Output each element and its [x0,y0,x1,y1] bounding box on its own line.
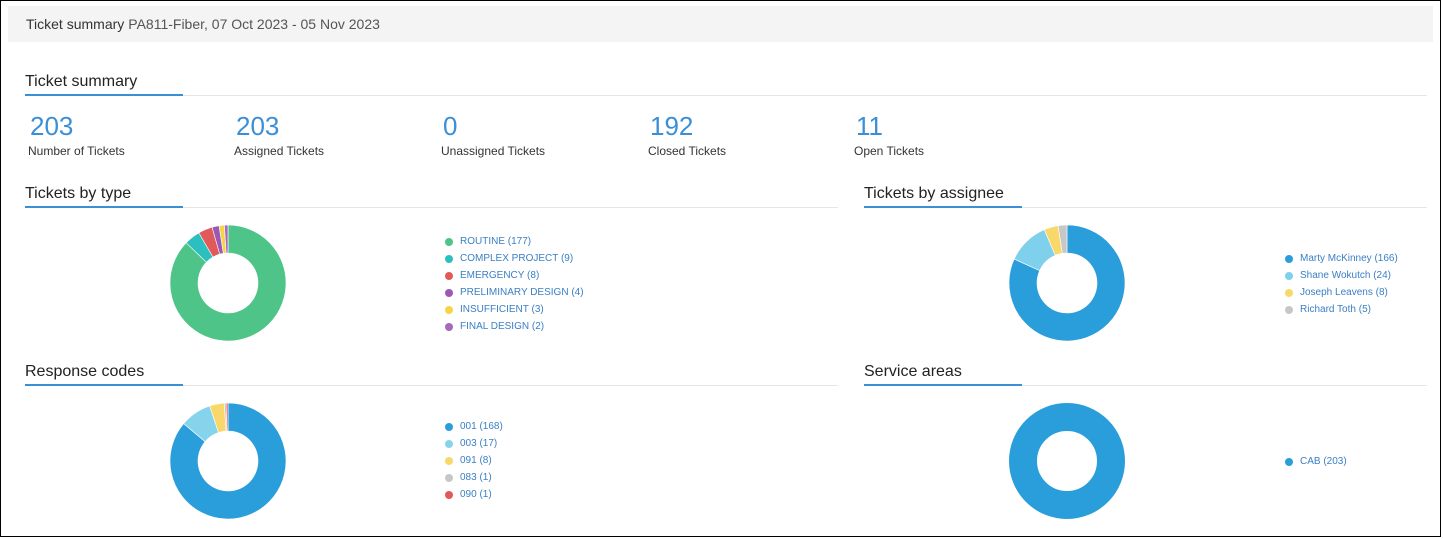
stat-open-tickets: 11 Open Tickets [854,111,925,158]
stat-label: Closed Tickets [648,144,727,158]
tickets-by-assignee-heading: Tickets by assignee [864,185,1004,202]
report-header: Ticket summary PA811-Fiber, 07 Oct 2023 … [8,6,1433,42]
legend-swatch [445,439,453,448]
legend-item[interactable]: 003 (17) [445,435,503,452]
legend-label: EMERGENCY (8) [460,270,540,281]
legend-swatch [445,305,453,314]
legend-label: Marty McKinney (166) [1300,253,1398,264]
section-underline [864,384,1022,386]
donut-slice[interactable] [1009,403,1125,519]
legend-label: INSUFFICIENT (3) [460,304,544,315]
legend-swatch [1285,457,1293,466]
stat-assigned-tickets: 203 Assigned Tickets [234,111,325,158]
legend-label: COMPLEX PROJECT (9) [460,253,574,264]
stat-closed-tickets: 192 Closed Tickets [648,111,727,158]
section-underline [864,206,1022,208]
legend-swatch [445,254,453,263]
legend-item[interactable]: Marty McKinney (166) [1285,250,1398,267]
section-underline [25,206,183,208]
legend-label: 001 (168) [460,421,503,432]
legend-swatch [445,271,453,280]
legend-label: CAB (203) [1300,456,1347,467]
legend-item[interactable]: CAB (203) [1285,453,1347,470]
service-areas-donut [1009,403,1125,519]
legend-swatch [445,422,453,431]
legend-label: 083 (1) [460,472,492,483]
stat-number-of-tickets: 203 Number of Tickets [28,111,125,158]
stat-value: 203 [236,111,280,141]
legend-item[interactable]: COMPLEX PROJECT (9) [445,250,584,267]
legend-item[interactable]: 083 (1) [445,469,503,486]
stat-label: Open Tickets [854,144,925,158]
legend-item[interactable]: Shane Wokutch (24) [1285,267,1398,284]
legend-item[interactable]: FINAL DESIGN (2) [445,318,584,335]
legend-swatch [1285,305,1293,314]
response-codes-heading: Response codes [25,363,145,380]
stat-value: 203 [30,111,74,141]
stat-label: Number of Tickets [28,144,125,158]
stat-value: 0 [443,111,458,141]
response-codes-donut [170,403,286,519]
legend-item[interactable]: Joseph Leavens (8) [1285,284,1398,301]
legend-label: 091 (8) [460,455,492,466]
legend-swatch [445,456,453,465]
legend-label: FINAL DESIGN (2) [460,321,545,332]
report-subtitle: PA811-Fiber, 07 Oct 2023 - 05 Nov 2023 [128,16,380,32]
legend-item[interactable]: Richard Toth (5) [1285,301,1398,318]
legend-swatch [445,473,453,482]
legend-label: PRELIMINARY DESIGN (4) [460,287,584,298]
ticket-summary-heading: Ticket summary [25,73,138,90]
legend-item[interactable]: INSUFFICIENT (3) [445,301,584,318]
legend-label: 003 (17) [460,438,498,449]
service-areas-heading: Service areas [864,363,962,380]
legend-swatch [1285,288,1293,297]
legend-item[interactable]: 001 (168) [445,418,503,435]
legend-swatch [445,490,453,499]
legend-label: Richard Toth (5) [1300,304,1371,315]
tickets-by-type-heading: Tickets by type [25,185,132,202]
section-underline [25,384,183,386]
legend-label: Shane Wokutch (24) [1300,270,1391,281]
service-areas-legend: CAB (203) [1285,453,1347,470]
tickets-by-assignee-legend: Marty McKinney (166) Shane Wokutch (24) Jo… [1285,250,1398,318]
legend-item[interactable]: ROUTINE (177) [445,233,584,250]
report-title: Ticket summary [26,16,125,32]
legend-swatch [1285,271,1293,280]
legend-item[interactable]: 091 (8) [445,452,503,469]
tickets-by-type-legend: ROUTINE (177) COMPLEX PROJECT (9) EMERGENC… [445,233,584,335]
response-codes-legend: 001 (168) 003 (17) 091 (8) 083 (1) 090 (1) [445,418,503,503]
stat-value: 11 [856,111,883,141]
stat-value: 192 [650,111,694,141]
section-underline [25,94,183,96]
legend-item[interactable]: PRELIMINARY DESIGN (4) [445,284,584,301]
stat-unassigned-tickets: 0 Unassigned Tickets [441,111,546,158]
section-rule [25,95,1427,96]
legend-label: 090 (1) [460,489,492,500]
stat-label: Unassigned Tickets [441,144,546,158]
legend-swatch [445,322,453,331]
legend-item[interactable]: 090 (1) [445,486,503,503]
stat-label: Assigned Tickets [234,144,325,158]
legend-item[interactable]: EMERGENCY (8) [445,267,584,284]
legend-label: Joseph Leavens (8) [1300,287,1388,298]
legend-swatch [445,288,453,297]
tickets-by-assignee-donut [1009,225,1125,341]
legend-label: ROUTINE (177) [460,236,532,247]
tickets-by-type-donut [170,225,286,341]
legend-swatch [1285,254,1293,263]
legend-swatch [445,237,453,246]
